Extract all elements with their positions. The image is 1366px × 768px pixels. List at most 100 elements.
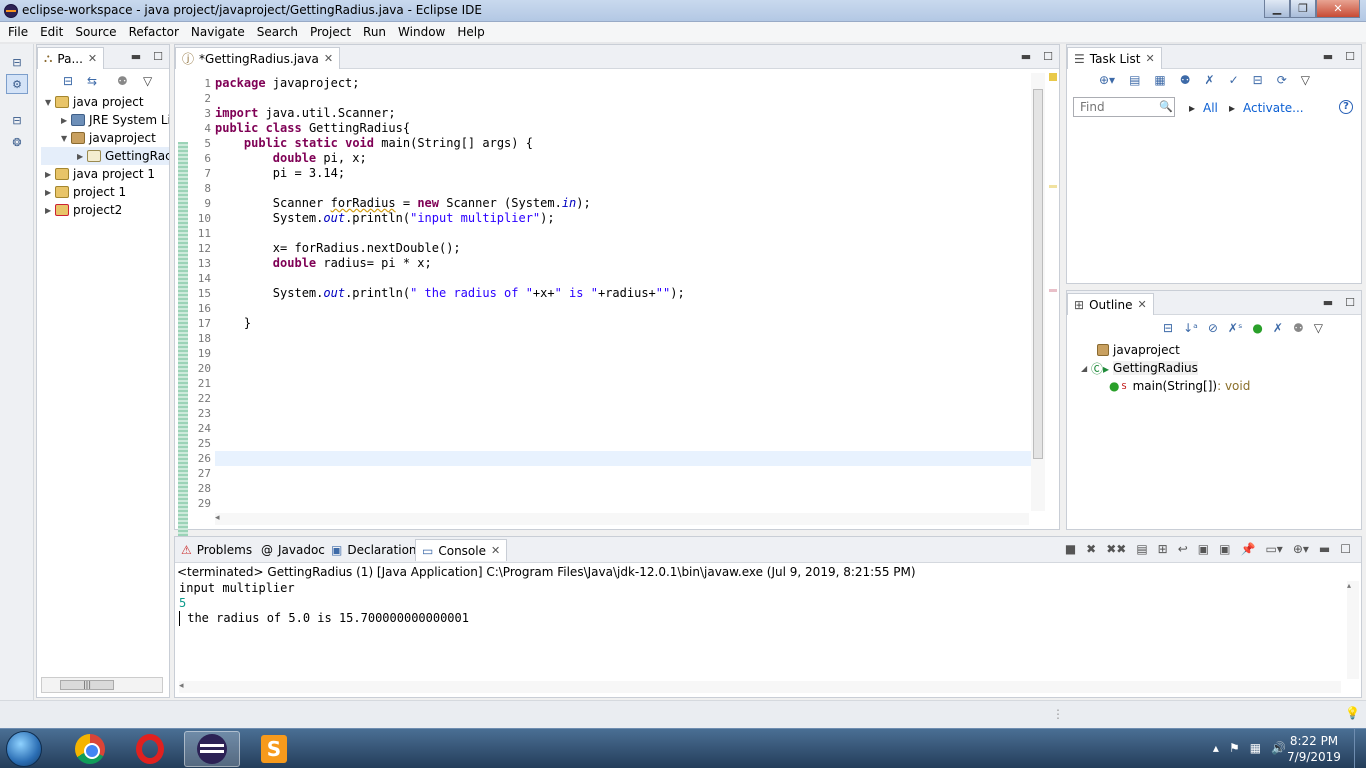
menu-source[interactable]: Source <box>69 25 122 39</box>
remove-launch-icon[interactable]: ✖ <box>1086 542 1096 556</box>
horizontal-scrollbar[interactable]: ◂ <box>179 681 1341 693</box>
package-explorer-trim-icon[interactable]: ⚙ <box>6 74 28 94</box>
activate-link[interactable]: Activate... <box>1243 101 1304 115</box>
menu-run[interactable]: Run <box>357 25 392 39</box>
outline-item-package[interactable]: javaproject <box>1081 341 1250 359</box>
maximize-icon[interactable]: ☐ <box>1340 542 1351 556</box>
tab-declaration[interactable]: ▣ Declaration <box>325 539 423 561</box>
vertical-scrollbar[interactable] <box>1031 73 1045 511</box>
collapse-all-icon[interactable]: ⊟ <box>1163 321 1173 335</box>
outline-item-method[interactable]: ● S main(String[]) : void <box>1081 377 1250 395</box>
menu-window[interactable]: Window <box>392 25 451 39</box>
clear-console-icon[interactable]: ▤ <box>1136 542 1147 556</box>
hide-fields-icon[interactable]: ⊘ <box>1208 321 1218 335</box>
show-hidden-icon[interactable]: ▴ <box>1213 741 1219 755</box>
taskbar-sublime[interactable]: S <box>246 731 302 767</box>
restore-icon-2[interactable]: ⊟ <box>6 110 28 130</box>
expand-arrow-icon[interactable]: ▼ <box>61 134 71 143</box>
menu-project[interactable]: Project <box>304 25 357 39</box>
close-icon[interactable]: ✕ <box>88 52 97 65</box>
terminate-icon[interactable]: ■ <box>1065 542 1076 556</box>
scrollbar-thumb[interactable]: ||| <box>60 680 114 690</box>
expand-arrow-icon[interactable]: ▶ <box>45 188 55 197</box>
word-wrap-icon[interactable]: ↩ <box>1178 542 1188 556</box>
pin-console-icon[interactable]: 📌 <box>1240 542 1255 556</box>
expand-arrow-icon[interactable]: ▶ <box>45 206 55 215</box>
close-icon[interactable]: ✕ <box>324 52 333 65</box>
close-icon[interactable]: ✕ <box>1145 52 1154 65</box>
tree-item-jre[interactable]: ▶ JRE System Lib <box>41 111 169 129</box>
maximize-button[interactable]: ❐ <box>1290 0 1316 18</box>
show-desktop-button[interactable] <box>1354 729 1366 768</box>
collapse-icon[interactable]: ⊟ <box>1253 73 1263 87</box>
hide-nonpublic-icon[interactable]: ● <box>1252 321 1262 335</box>
scrollbar-thumb[interactable] <box>1033 89 1043 459</box>
display-console-icon[interactable]: ▭▾ <box>1265 542 1282 556</box>
tree-item-project-1[interactable]: ▶ project 1 <box>41 183 169 201</box>
view-menu-icon[interactable]: ▽ <box>1314 321 1323 335</box>
hide-static-icon[interactable]: ✗ˢ <box>1228 321 1243 335</box>
maximize-icon[interactable]: ☐ <box>1345 296 1355 309</box>
expand-arrow-icon[interactable]: ▶ <box>61 116 71 125</box>
menu-navigate[interactable]: Navigate <box>185 25 251 39</box>
view-menu-icon[interactable]: ▽ <box>1301 73 1310 87</box>
focus-icon[interactable]: ⚉ <box>117 74 128 88</box>
hide-local-types-icon[interactable]: ✗ <box>1273 321 1283 335</box>
restore-icon[interactable]: ⊟ <box>6 52 28 72</box>
show-stderr-icon[interactable]: ▣ <box>1219 542 1230 556</box>
warning-marker-icon[interactable] <box>1049 73 1057 81</box>
expand-arrow-icon[interactable]: ▶ <box>77 152 87 161</box>
horizontal-scrollbar[interactable]: ◂ <box>215 513 1029 525</box>
remove-all-icon[interactable]: ✖✖ <box>1106 542 1126 556</box>
menu-refactor[interactable]: Refactor <box>123 25 185 39</box>
maximize-icon[interactable]: ☐ <box>1345 50 1355 63</box>
expand-arrow-icon[interactable]: ◢ <box>1081 364 1091 373</box>
show-stdout-icon[interactable]: ▣ <box>1198 542 1209 556</box>
minimize-icon[interactable]: ▬ <box>1319 542 1330 556</box>
minimize-button[interactable]: ▁ <box>1264 0 1290 18</box>
menu-edit[interactable]: Edit <box>34 25 69 39</box>
tab-problems[interactable]: ⚠ Problems <box>175 539 258 561</box>
link-editor-icon[interactable]: ⇆ <box>87 74 97 88</box>
open-console-icon[interactable]: ⊕▾ <box>1293 542 1309 556</box>
outline-item-class[interactable]: ◢ Ⓒ▸ GettingRadius <box>1081 359 1250 377</box>
tab-gettingradius-java[interactable]: ⓙ *GettingRadius.java ✕ <box>175 47 341 69</box>
sort-icon[interactable]: ↓ᵃ <box>1183 321 1198 335</box>
tree-item-java-project[interactable]: ▼ java project <box>41 93 169 111</box>
marker-icon[interactable] <box>1049 185 1057 188</box>
expand-arrow-icon[interactable]: ▶ <box>45 170 55 179</box>
view-menu-icon[interactable]: ▽ <box>143 74 152 88</box>
filter-icon[interactable]: ✗ <box>1205 73 1215 87</box>
scroll-lock-icon[interactable]: ⊞ <box>1158 542 1168 556</box>
collapse-all-icon[interactable]: ⊟ <box>63 74 73 88</box>
help-icon[interactable]: ? <box>1339 100 1353 114</box>
new-task-icon[interactable]: ⊕▾ <box>1099 73 1115 87</box>
minimize-icon[interactable]: ▬ <box>131 50 141 63</box>
tree-item-project2[interactable]: ▶ project2 <box>41 201 169 219</box>
scheduled-icon[interactable]: ▦ <box>1154 73 1165 87</box>
tab-console[interactable]: ▭ Console ✕ <box>415 539 508 561</box>
minimize-icon[interactable]: ▬ <box>1323 50 1333 63</box>
close-button[interactable]: ✕ <box>1316 0 1360 18</box>
action-center-icon[interactable]: ⚑ <box>1229 741 1240 755</box>
hierarchy-icon[interactable]: ❂ <box>6 132 28 152</box>
maximize-icon[interactable]: ☐ <box>153 50 163 63</box>
close-icon[interactable]: ✕ <box>1137 298 1146 311</box>
expand-arrow-icon[interactable]: ▼ <box>45 98 55 107</box>
tab-javadoc[interactable]: @ Javadoc <box>255 539 331 561</box>
menu-file[interactable]: File <box>2 25 34 39</box>
categorized-icon[interactable]: ▤ <box>1129 73 1140 87</box>
minimize-icon[interactable]: ▬ <box>1323 296 1333 309</box>
all-link[interactable]: All <box>1203 101 1218 115</box>
taskbar-chrome[interactable] <box>62 731 118 767</box>
tab-package-explorer[interactable]: ⛬ Pa... ✕ <box>37 47 105 69</box>
sync-icon[interactable]: ⟳ <box>1277 73 1287 87</box>
focus-icon[interactable]: ⚉ <box>1180 73 1191 87</box>
code-area[interactable]: package javaproject; import java.util.Sca… <box>215 70 1031 516</box>
menu-help[interactable]: Help <box>451 25 490 39</box>
console-output[interactable]: input multiplier 5 the radius of 5.0 is 1… <box>179 581 469 626</box>
completed-icon[interactable]: ✓ <box>1229 73 1239 87</box>
network-icon[interactable]: ▦ <box>1250 741 1261 755</box>
tree-item-javaproject[interactable]: ▼ javaproject <box>41 129 169 147</box>
start-button[interactable] <box>6 731 42 767</box>
